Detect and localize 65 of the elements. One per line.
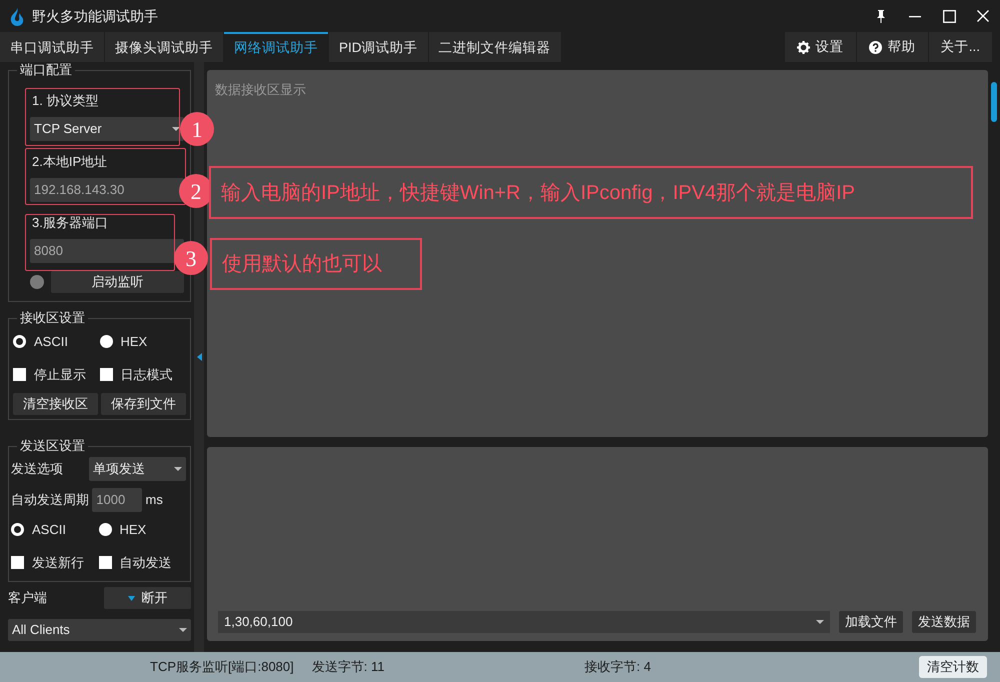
tab[interactable]: PID调试助手	[329, 32, 428, 62]
caret-icon	[179, 628, 187, 632]
text-field[interactable]: 192.168.143.30	[30, 178, 184, 202]
field-label: 自动发送周期	[11, 491, 89, 510]
field-label: 1. 协议类型	[32, 93, 98, 108]
checkbox[interactable]	[13, 368, 26, 381]
field-label: 发送选项	[11, 460, 63, 478]
status-text: 接收字节: 4	[584, 658, 651, 676]
window-title: 野火多功能调试助手	[32, 6, 158, 26]
radio-button[interactable]	[100, 335, 112, 348]
clear-count-button[interactable]: 清空计数	[919, 656, 987, 678]
field-label: 客户端	[8, 589, 47, 608]
caret-icon	[128, 596, 135, 600]
radio-label: HEX	[120, 520, 146, 539]
history-dropdown[interactable]: 1,30,60,100	[218, 611, 830, 633]
status-text: 发送字节: 11	[312, 658, 384, 676]
action-button[interactable]: 发送数据	[912, 611, 976, 633]
action-button[interactable]: 清空接收区	[13, 393, 98, 415]
checkbox-label: 自动发送	[120, 554, 172, 572]
pin-icon	[875, 9, 887, 23]
collapse-arrow-icon	[196, 353, 202, 361]
caret-icon	[174, 467, 182, 471]
tab[interactable]: 摄像头调试助手	[105, 32, 223, 62]
radio-button[interactable]	[11, 523, 24, 536]
text-field[interactable]: 8080	[30, 239, 184, 263]
help-button[interactable]: 帮助	[856, 32, 928, 62]
flame-logo-icon	[8, 5, 26, 27]
protocol-dropdown[interactable]: TCP Server	[30, 117, 184, 141]
action-button[interactable]: 加载文件	[839, 611, 903, 633]
action-button[interactable]: 保存到文件	[101, 393, 186, 415]
checkbox-label: 停止显示	[34, 366, 86, 384]
field-label: 3.服务器端口	[32, 215, 108, 230]
radio-label: ASCII	[34, 332, 68, 351]
tab[interactable]: 二进制文件编辑器	[428, 32, 561, 62]
caret-icon	[816, 620, 824, 624]
settings-button[interactable]: 设置	[784, 32, 856, 62]
settings-icon	[796, 40, 810, 54]
group-title: 端口配置	[17, 62, 75, 78]
annotation-callout: 输入电脑的IP地址，快捷键Win+R，输入IPconfig，IPV4那个就是电脑IP	[209, 166, 973, 219]
about-button[interactable]: 关于...	[928, 32, 992, 62]
help-icon	[868, 40, 882, 54]
period-field[interactable]: 1000	[92, 488, 142, 512]
unit-label: ms	[146, 491, 163, 510]
radio-label: ASCII	[32, 520, 66, 539]
status-text: TCP服务监听[端口:8080]	[150, 658, 294, 676]
tab[interactable]: 串口调试助手	[0, 32, 104, 62]
start-listen-button[interactable]: 启动监听	[50, 271, 184, 293]
checkbox[interactable]	[98, 556, 112, 569]
checkbox[interactable]	[100, 368, 112, 381]
disconnect-button[interactable]: 断开	[104, 587, 191, 609]
client-dropdown[interactable]: All Clients	[8, 619, 191, 641]
radio-button[interactable]	[98, 523, 112, 536]
maximize-icon	[942, 10, 956, 22]
group-title: 接收区设置	[17, 310, 88, 326]
checkbox-label: 发送新行	[32, 554, 84, 572]
checkbox-label: 日志模式	[120, 366, 172, 384]
radio-button[interactable]	[13, 335, 26, 348]
annotation-callout: 使用默认的也可以	[210, 238, 422, 290]
field-label: 2.本地IP地址	[32, 154, 108, 169]
group-title: 发送区设置	[17, 438, 88, 454]
radio-label: HEX	[120, 332, 148, 351]
close-icon	[977, 10, 989, 22]
checkbox[interactable]	[11, 556, 24, 569]
scrollbar-thumb[interactable]	[991, 82, 997, 122]
send-mode-dropdown[interactable]: 单项发送	[89, 457, 186, 481]
